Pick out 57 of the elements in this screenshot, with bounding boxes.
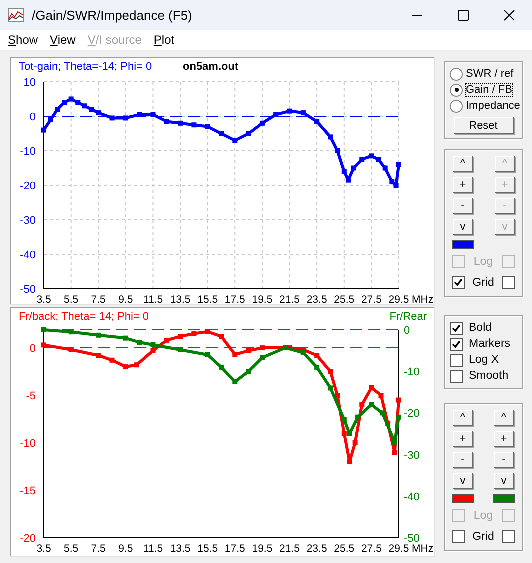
x-tick-label: 17.5 [224,543,246,555]
x-tick-label: 11.5 [143,294,164,304]
x-axis-label: MHz [412,294,434,304]
x-tick-label: 27.5 [361,294,382,304]
y-tick-label: -40 [20,250,36,262]
y-tick-label: -50 [20,284,36,296]
y-tick-label: -20 [20,533,36,545]
x-tick-label: 25.5 [334,543,355,555]
y-tick-label: -20 [20,180,36,192]
checkbox-label: Log [474,256,494,268]
x-tick-label: 29.5 [388,294,410,304]
chart-title: Fr/back; Theta= 14; Phi= 0 [19,311,150,323]
x-tick-label: 15.5 [198,543,218,555]
x-tick-label: 19.5 [252,294,273,304]
x-tick-label: 29.5 [388,543,410,555]
x-tick-label: 3.5 [36,294,52,304]
x-tick-label: 21.5 [280,294,300,304]
checkbox-label: Grid [472,530,494,542]
checkbox-label: Log [474,510,494,522]
x-tick-label: 9.5 [118,294,134,304]
x-tick-label: 25.5 [334,294,355,304]
checkbox-label: Grid [472,276,494,288]
y-tick-label: -5 [26,390,36,403]
y-tick-label: 10 [24,77,36,89]
x-tick-label: 13.5 [170,294,191,304]
x-tick-label: 19.5 [252,543,273,555]
y-tick-label: 0 [30,343,36,356]
x-tick-label: 21.5 [280,543,300,555]
y-tick-label: -30 [404,450,420,462]
y-tick-label: -50 [404,533,420,545]
file-name: on5am.out [183,61,239,73]
y-tick-label: -10 [20,146,36,158]
x-tick-label: 5.5 [64,543,79,555]
y-tick-label: 0 [404,325,410,337]
x-tick-label: 23.5 [306,543,328,555]
x-tick-label: 7.5 [91,294,106,304]
y-tick-label: -15 [20,486,36,498]
x-tick-label: 9.5 [118,543,134,555]
right-axis-title: Fr/Rear [390,311,427,323]
x-tick-label: 27.5 [361,543,382,555]
x-tick-label: 11.5 [143,543,164,555]
x-tick-label: 23.5 [306,294,328,304]
y-tick-label: 0 [30,112,36,124]
x-tick-label: 15.5 [198,294,218,304]
y-tick-label: -30 [20,215,36,227]
window-title: /Gain/SWR/Impedance (F5) [32,8,194,22]
x-axis-label: MHz [412,543,434,555]
y-tick-label: -40 [404,491,420,504]
x-tick-label: 13.5 [170,543,191,555]
y-tick-label: -10 [404,366,420,379]
y-tick-label: -10 [20,438,36,450]
x-tick-label: 5.5 [64,294,79,304]
chart-title: Tot-gain; Theta=-14; Phi= 0 [19,61,152,73]
x-tick-label: 7.5 [91,543,106,555]
x-tick-label: 3.5 [36,543,52,555]
x-tick-label: 17.5 [224,294,246,304]
y-tick-label: -20 [404,408,420,420]
